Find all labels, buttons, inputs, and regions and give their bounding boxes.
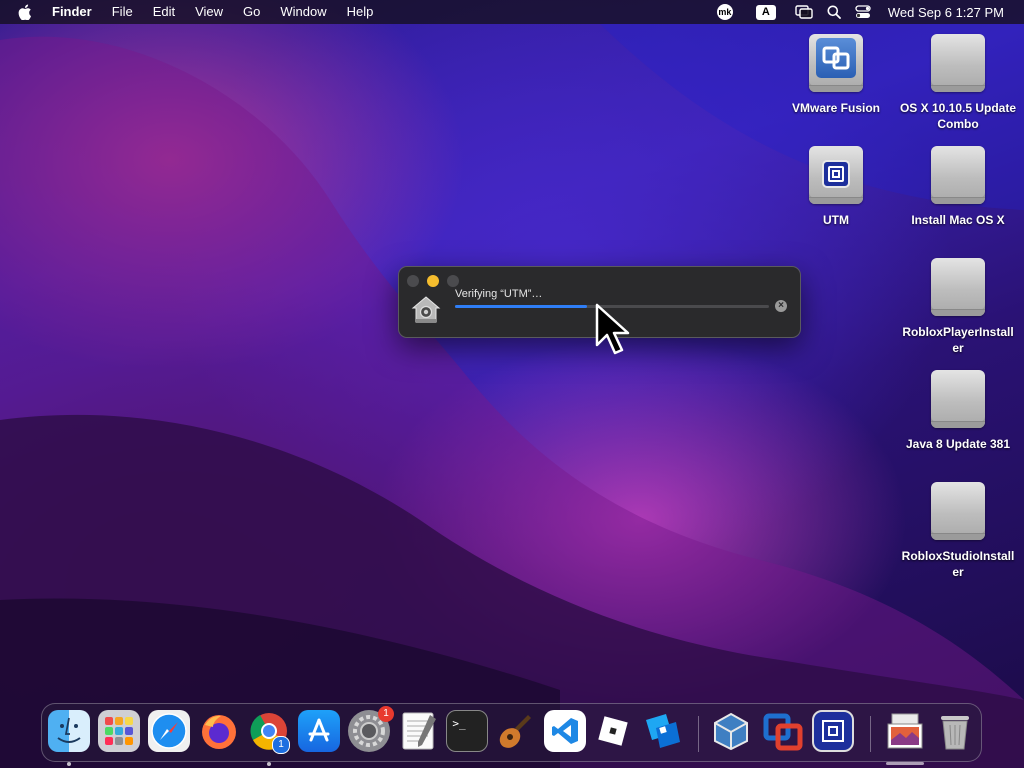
menu-edit[interactable]: Edit xyxy=(143,0,185,24)
dock-item-utm[interactable] xyxy=(812,710,854,752)
disk-image-icon xyxy=(928,482,988,544)
spotlight-search-icon[interactable] xyxy=(827,0,841,24)
dock-item-app-store[interactable] xyxy=(298,710,340,752)
desktop-icon-label: UTM xyxy=(823,213,849,227)
control-center-icon[interactable] xyxy=(855,0,871,24)
dock-item-preview-stack[interactable] xyxy=(884,710,926,765)
desktop-icon-java-8-update[interactable]: Java 8 Update 381 xyxy=(898,370,1018,452)
desktop-icon-roblox-studio-installer[interactable]: RobloxStudioInstaller xyxy=(898,482,1018,580)
desktop-icon-label: VMware Fusion xyxy=(791,101,880,115)
dock-item-textedit[interactable] xyxy=(398,710,440,752)
dock-item-safari[interactable] xyxy=(148,710,190,752)
dock-separator xyxy=(870,716,871,752)
desktop-icon-label: Java 8 Update 381 xyxy=(905,437,1011,451)
desktop-icon-utm[interactable]: UTM xyxy=(776,146,896,228)
dock-item-chrome[interactable]: 1 xyxy=(248,710,290,766)
trash-icon xyxy=(934,710,976,752)
dock-item-garageband[interactable] xyxy=(494,710,536,752)
desktop-icon-os-x-update-combo[interactable]: OS X 10.10.5 Update Combo xyxy=(898,34,1018,132)
terminal-icon: >_ xyxy=(446,710,488,752)
notification-badge: 1 xyxy=(378,706,394,722)
desktop-icon-label: OS X 10.10.5 Update Combo xyxy=(899,101,1017,131)
desktop-icon-vmware-fusion[interactable]: VMware Fusion xyxy=(776,34,896,116)
menu-help[interactable]: Help xyxy=(337,0,384,24)
mouse-pointer-icon xyxy=(595,303,630,355)
dock: 1 1 >_ xyxy=(41,703,982,766)
menu-file[interactable]: File xyxy=(102,0,143,24)
desktop-icon-label: RobloxPlayerInstaller xyxy=(902,325,1014,355)
vscode-icon xyxy=(544,710,586,752)
vmware-disk-icon xyxy=(806,34,866,96)
utm-disk-icon xyxy=(806,146,866,208)
roblox-studio-icon xyxy=(642,710,684,752)
dock-item-virtualbox[interactable] xyxy=(710,710,752,752)
mk-status-icon[interactable]: mk xyxy=(716,0,733,24)
launchpad-icon xyxy=(98,710,140,752)
disk-image-icon xyxy=(928,34,988,96)
running-indicator xyxy=(67,762,71,766)
roblox-player-icon xyxy=(592,710,634,752)
desktop-icon-roblox-player-installer[interactable]: RobloxPlayerInstaller xyxy=(898,258,1018,356)
menu-clock[interactable]: Wed Sep 6 1:27 PM xyxy=(888,5,1004,20)
progress-bar-fill xyxy=(455,305,587,308)
window-zoom-button[interactable] xyxy=(447,275,459,287)
dock-separator xyxy=(698,716,699,752)
stack-indicator xyxy=(886,762,924,765)
running-indicator xyxy=(267,762,271,766)
disk-image-icon xyxy=(928,146,988,208)
textedit-icon xyxy=(398,710,440,752)
menu-view[interactable]: View xyxy=(185,0,233,24)
screen-mirroring-icon[interactable] xyxy=(795,0,813,24)
dock-item-trash[interactable] xyxy=(934,710,976,752)
desktop-icon-install-mac-os-x[interactable]: Install Mac OS X xyxy=(898,146,1018,228)
window-minimize-button[interactable] xyxy=(427,275,439,287)
dock-item-roblox-studio[interactable] xyxy=(642,710,684,752)
app-menu-finder[interactable]: Finder xyxy=(46,0,102,24)
dock-item-finder[interactable] xyxy=(48,710,90,766)
dock-item-roblox-player[interactable] xyxy=(592,710,634,752)
window-close-button[interactable] xyxy=(407,275,419,287)
finder-icon xyxy=(48,710,90,752)
dock-item-system-settings[interactable]: 1 xyxy=(348,706,394,752)
desktop-icon-label: Install Mac OS X xyxy=(911,213,1005,227)
firefox-icon xyxy=(198,710,240,752)
input-source-icon[interactable]: A xyxy=(755,0,776,24)
preview-stack-icon xyxy=(884,710,926,752)
dock-item-launchpad[interactable] xyxy=(98,710,140,752)
disk-image-icon xyxy=(928,258,988,320)
installer-home-icon xyxy=(411,295,441,325)
apple-menu-icon[interactable] xyxy=(18,4,36,20)
virtualbox-icon xyxy=(710,710,752,752)
desktop-icon-label: RobloxStudioInstaller xyxy=(901,549,1015,579)
dock-item-vmware-fusion[interactable] xyxy=(762,710,804,752)
menu-go[interactable]: Go xyxy=(233,0,270,24)
dock-item-firefox[interactable] xyxy=(198,710,240,752)
chrome-update-badge: 1 xyxy=(272,736,290,754)
status-area: mk A Wed Sep 6 1:27 PM xyxy=(710,0,1024,24)
menu-window[interactable]: Window xyxy=(270,0,336,24)
vmware-fusion-icon xyxy=(762,710,804,752)
garageband-icon xyxy=(494,710,536,752)
dock-item-terminal[interactable]: >_ xyxy=(446,710,488,752)
safari-icon xyxy=(148,710,190,752)
cancel-verify-button[interactable]: × xyxy=(775,300,787,312)
menu-bar: Finder File Edit View Go Window Help mk … xyxy=(0,0,1024,24)
disk-image-icon xyxy=(928,370,988,432)
dock-item-vscode[interactable] xyxy=(544,710,586,752)
utm-icon xyxy=(812,710,854,752)
app-store-icon xyxy=(298,710,340,752)
verify-status-text: Verifying “UTM”… xyxy=(455,288,543,300)
